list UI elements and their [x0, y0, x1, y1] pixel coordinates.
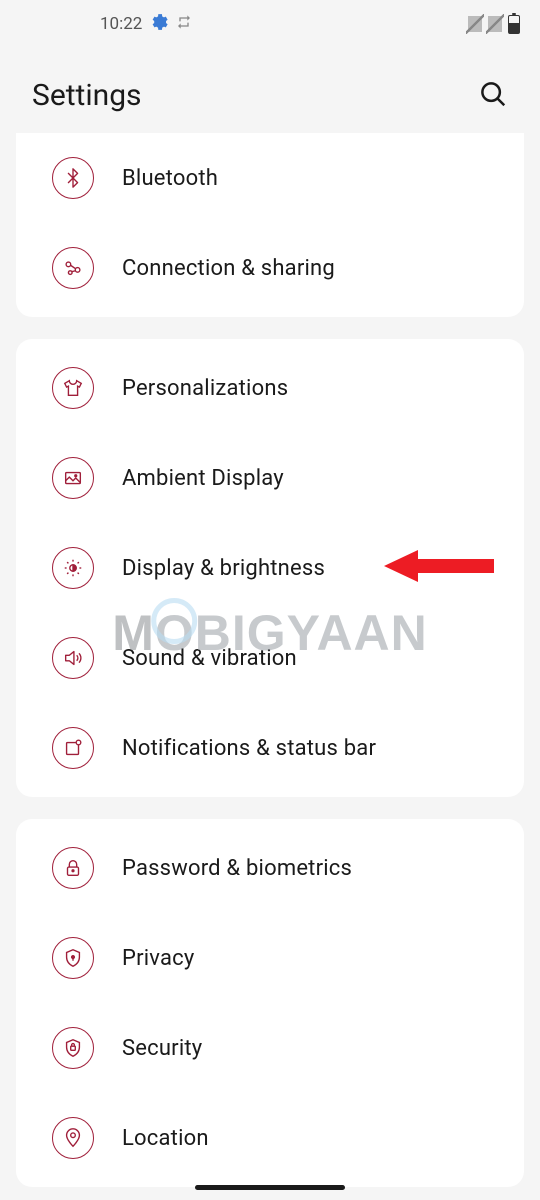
- setting-label: Sound & vibration: [122, 646, 297, 671]
- lock-icon: [52, 847, 94, 889]
- setting-label: Security: [122, 1036, 202, 1061]
- setting-item-personalizations[interactable]: Personalizations: [16, 343, 524, 433]
- setting-item-display-brightness[interactable]: Display & brightness: [16, 523, 524, 613]
- battery-icon: [508, 15, 520, 34]
- status-right: [468, 15, 520, 34]
- setting-item-sound-vibration[interactable]: Sound & vibration: [16, 613, 524, 703]
- settings-header: Settings: [0, 48, 540, 133]
- sound-icon: [52, 637, 94, 679]
- setting-item-location[interactable]: Location: [16, 1093, 524, 1183]
- status-left: 10:22: [100, 13, 192, 35]
- setting-label: Location: [122, 1126, 209, 1151]
- bluetooth-icon: [52, 157, 94, 199]
- privacy-icon: [52, 937, 94, 979]
- search-icon[interactable]: [478, 79, 508, 113]
- security-icon: [52, 1027, 94, 1069]
- sync-icon: [176, 14, 192, 34]
- setting-label: Personalizations: [122, 376, 288, 401]
- notifications-icon: [52, 727, 94, 769]
- settings-group: Password & biometrics Privacy Security L…: [16, 819, 524, 1187]
- setting-item-privacy[interactable]: Privacy: [16, 913, 524, 1003]
- setting-label: Password & biometrics: [122, 856, 352, 881]
- sim-icon-1: [468, 16, 482, 32]
- location-icon: [52, 1117, 94, 1159]
- setting-item-notifications[interactable]: Notifications & status bar: [16, 703, 524, 793]
- tshirt-icon: [52, 367, 94, 409]
- settings-group: Personalizations Ambient Display Display…: [16, 339, 524, 797]
- setting-item-password-biometrics[interactable]: Password & biometrics: [16, 823, 524, 913]
- setting-item-bluetooth[interactable]: Bluetooth: [16, 133, 524, 223]
- setting-label: Ambient Display: [122, 466, 284, 491]
- status-time: 10:22: [100, 14, 142, 34]
- brightness-icon: [52, 547, 94, 589]
- setting-label: Bluetooth: [122, 166, 218, 191]
- setting-label: Privacy: [122, 946, 194, 971]
- gear-icon: [150, 13, 168, 35]
- setting-item-security[interactable]: Security: [16, 1003, 524, 1093]
- setting-label: Display & brightness: [122, 556, 325, 581]
- highlight-arrow-icon: [384, 546, 494, 590]
- sim-icon-2: [488, 16, 502, 32]
- status-bar: 10:22: [0, 0, 540, 48]
- page-title: Settings: [32, 78, 142, 113]
- settings-group: Bluetooth Connection & sharing: [16, 133, 524, 317]
- setting-label: Connection & sharing: [122, 256, 335, 281]
- image-icon: [52, 457, 94, 499]
- setting-item-ambient-display[interactable]: Ambient Display: [16, 433, 524, 523]
- home-indicator[interactable]: [195, 1185, 345, 1190]
- setting-item-connection-sharing[interactable]: Connection & sharing: [16, 223, 524, 313]
- connection-icon: [52, 247, 94, 289]
- setting-label: Notifications & status bar: [122, 736, 376, 761]
